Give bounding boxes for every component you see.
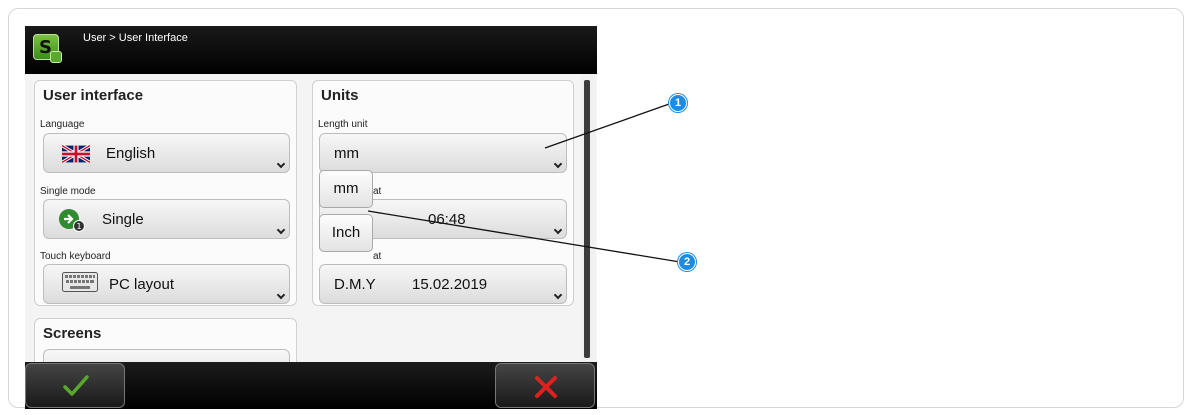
keyboard-icon (62, 272, 98, 292)
chevron-down-icon (553, 225, 563, 235)
single-mode-icon: 1 (59, 209, 85, 232)
content-area: User interface Language English Single m… (25, 74, 597, 389)
touch-keyboard-value: PC layout (109, 276, 175, 293)
panel-title: User interface (43, 87, 144, 104)
time-format-value: 06:48 (428, 211, 466, 228)
chevron-down-icon (276, 159, 286, 169)
date-format-code: D.M.Y (334, 276, 376, 293)
title-bar: S User > User Interface (25, 26, 597, 74)
length-unit-value: mm (334, 145, 359, 162)
date-format-label: at (373, 251, 382, 262)
callout-badge-2: 2 (678, 253, 696, 271)
date-format-value: 15.02.2019 (412, 276, 488, 293)
language-value: English (106, 145, 156, 162)
language-dropdown[interactable]: English (43, 133, 290, 173)
scrollbar[interactable] (581, 74, 595, 362)
single-mode-value: Single (102, 211, 144, 228)
scrollbar-thumb[interactable] (584, 80, 590, 358)
date-format-dropdown[interactable]: D.M.Y 15.02.2019 (319, 264, 567, 304)
chevron-down-icon (276, 225, 286, 235)
checkmark-icon (63, 375, 89, 396)
length-unit-option-inch[interactable]: Inch (319, 214, 373, 252)
length-unit-dropdown[interactable]: mm (319, 133, 567, 173)
time-format-label: at (373, 186, 382, 197)
single-mode-dropdown[interactable]: 1 Single (43, 199, 290, 239)
touch-keyboard-dropdown[interactable]: PC layout (43, 264, 290, 304)
chevron-down-icon (276, 290, 286, 300)
panel-title: Screens (43, 325, 102, 342)
length-unit-label: Length unit (318, 119, 368, 130)
length-unit-option-mm[interactable]: mm (319, 170, 373, 208)
callout-badge-1: 1 (669, 94, 687, 112)
touch-keyboard-label: Touch keyboard (40, 251, 111, 262)
chevron-down-icon (553, 290, 563, 300)
svg-text:1: 1 (76, 222, 81, 231)
breadcrumb: User > User Interface (83, 32, 188, 44)
language-label: Language (40, 119, 85, 130)
confirm-button[interactable] (25, 363, 125, 408)
cancel-button[interactable] (495, 363, 595, 408)
single-mode-label: Single mode (40, 186, 96, 197)
bottom-bar (25, 362, 597, 409)
app-window: S User > User Interface User interface L… (25, 26, 597, 409)
app-logo-icon: S (33, 34, 62, 63)
chevron-down-icon (553, 159, 563, 169)
uk-flag-icon (62, 145, 90, 163)
user-interface-panel: User interface Language English Single m… (34, 80, 297, 306)
units-panel: Units Length unit mm at 06:48 at D.M.Y 1… (312, 80, 574, 306)
close-icon (535, 376, 557, 398)
panel-title: Units (321, 87, 359, 104)
